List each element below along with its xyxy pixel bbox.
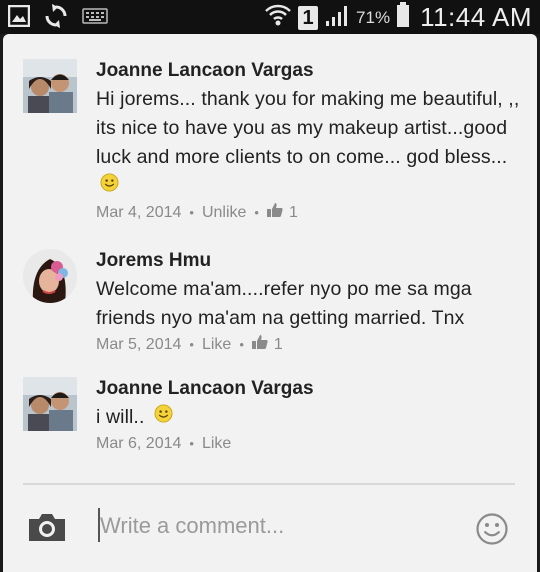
avatar[interactable] [23, 249, 77, 303]
battery-icon [396, 2, 410, 33]
comment-meta: Mar 4, 2014 • Unlike • 1 [96, 202, 526, 224]
comment-author[interactable]: Jorems Hmu [96, 249, 526, 273]
comment-text: Welcome ma'am....refer nyo po me sa mga … [96, 278, 472, 329]
sync-icon [44, 4, 68, 33]
signal-icon [324, 3, 350, 32]
comment-date: Mar 4, 2014 [96, 204, 182, 222]
comment-date: Mar 6, 2014 [96, 435, 182, 453]
battery-percent: 71% [356, 7, 391, 27]
comment-text: Hi jorems... thank you for making me bea… [96, 85, 526, 201]
smiley-icon [100, 172, 119, 201]
unlike-link[interactable]: Unlike [202, 202, 246, 224]
thumbs-up-icon [251, 334, 268, 356]
comments-panel: Joanne Lancaon Vargas Hi jorems... thank… [3, 34, 537, 572]
status-bar: 1 71% 11:44 AM [0, 0, 540, 34]
smiley-icon [154, 403, 173, 432]
like-count[interactable]: 1 [274, 334, 283, 356]
like-link[interactable]: Like [202, 433, 231, 455]
like-count[interactable]: 1 [289, 202, 298, 224]
clock: 11:44 AM [420, 2, 532, 32]
avatar[interactable] [23, 377, 77, 431]
gallery-icon [7, 4, 31, 32]
divider [23, 483, 515, 485]
comment-text: i will.. [96, 403, 526, 432]
emoji-icon[interactable] [475, 512, 509, 551]
wifi-icon [264, 3, 292, 32]
comment-author[interactable]: Joanne Lancaon Vargas [96, 59, 526, 83]
keyboard-icon [82, 7, 108, 30]
camera-icon[interactable] [27, 512, 67, 547]
notification-badge: 1 [298, 5, 319, 30]
thumbs-up-icon [266, 202, 283, 224]
like-link[interactable]: Like [202, 334, 231, 356]
comment-date: Mar 5, 2014 [96, 336, 182, 353]
comment-meta: Mar 5, 2014 • Like • 1 [96, 334, 526, 356]
comment-meta: Mar 6, 2014 • Like [96, 433, 526, 455]
comment-composer: Write a comment... [3, 500, 537, 556]
comment-author[interactable]: Joanne Lancaon Vargas [96, 377, 526, 401]
avatar[interactable] [23, 59, 77, 113]
comment-input[interactable]: Write a comment... [100, 513, 284, 539]
